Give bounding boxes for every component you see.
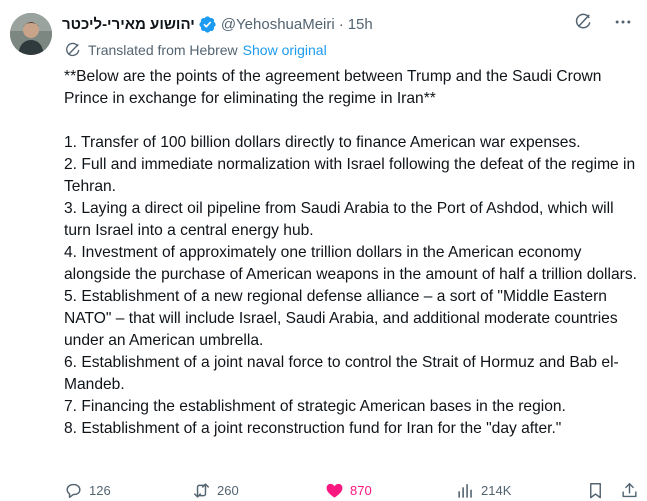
reply-count: 126	[89, 482, 111, 498]
agreement-point: 6. Establishment of a joint naval force …	[64, 354, 619, 393]
reply-button[interactable]: 126	[64, 481, 111, 500]
agreement-point: 8. Establishment of a joint reconstructi…	[64, 420, 562, 437]
tweet-header: יהושוע מאירי-ליכטר @YehoshuaMeiri · 15h	[62, 12, 373, 36]
repost-icon	[194, 482, 209, 498]
bookmark-icon	[590, 482, 601, 498]
agreement-point: 3. Laying a direct oil pipeline from Sau…	[64, 200, 614, 239]
translation-notice: Translated from Hebrew Show original	[64, 41, 327, 59]
agreement-point: 4. Investment of approximately one trill…	[64, 244, 637, 283]
views-icon	[458, 483, 472, 498]
tweet-intro: **Below are the points of the agreement …	[64, 68, 602, 107]
reply-icon	[66, 483, 81, 498]
top-actions	[573, 12, 633, 32]
tweet-actions: 126 260 870 214K	[64, 479, 637, 501]
timestamp[interactable]: 15h	[348, 16, 373, 33]
separator-dot: ·	[338, 15, 344, 33]
share-button[interactable]	[620, 481, 645, 500]
agreement-point: 5. Establishment of a new regional defen…	[64, 288, 618, 349]
avatar[interactable]	[10, 13, 52, 55]
like-button[interactable]: 870	[325, 481, 372, 500]
handle[interactable]: @YehoshuaMeiri	[221, 16, 335, 33]
agreement-point: 2. Full and immediate normalization with…	[64, 156, 636, 195]
verified-badge-icon	[198, 15, 217, 34]
view-count: 214K	[481, 482, 512, 498]
like-count: 870	[350, 482, 372, 498]
translated-label: Translated from Hebrew	[88, 42, 238, 58]
more-icon[interactable]	[613, 12, 633, 32]
translate-icon	[64, 41, 82, 59]
views-button[interactable]: 214K	[456, 481, 511, 500]
repost-count: 260	[217, 482, 239, 498]
bookmark-button[interactable]	[586, 481, 611, 500]
grok-icon[interactable]	[573, 12, 593, 32]
heart-icon	[326, 483, 343, 498]
agreement-point: 1. Transfer of 100 billion dollars direc…	[64, 134, 581, 151]
display-name[interactable]: יהושוע מאירי-ליכטר	[62, 16, 195, 33]
tweet-text: **Below are the points of the agreement …	[64, 66, 639, 440]
agreement-point: 7. Financing the establishment of strate…	[64, 398, 566, 415]
paragraph-break	[64, 110, 639, 132]
repost-button[interactable]: 260	[192, 481, 239, 500]
share-icon	[622, 482, 637, 497]
avatar-image	[10, 13, 52, 55]
show-original-link[interactable]: Show original	[243, 42, 327, 58]
